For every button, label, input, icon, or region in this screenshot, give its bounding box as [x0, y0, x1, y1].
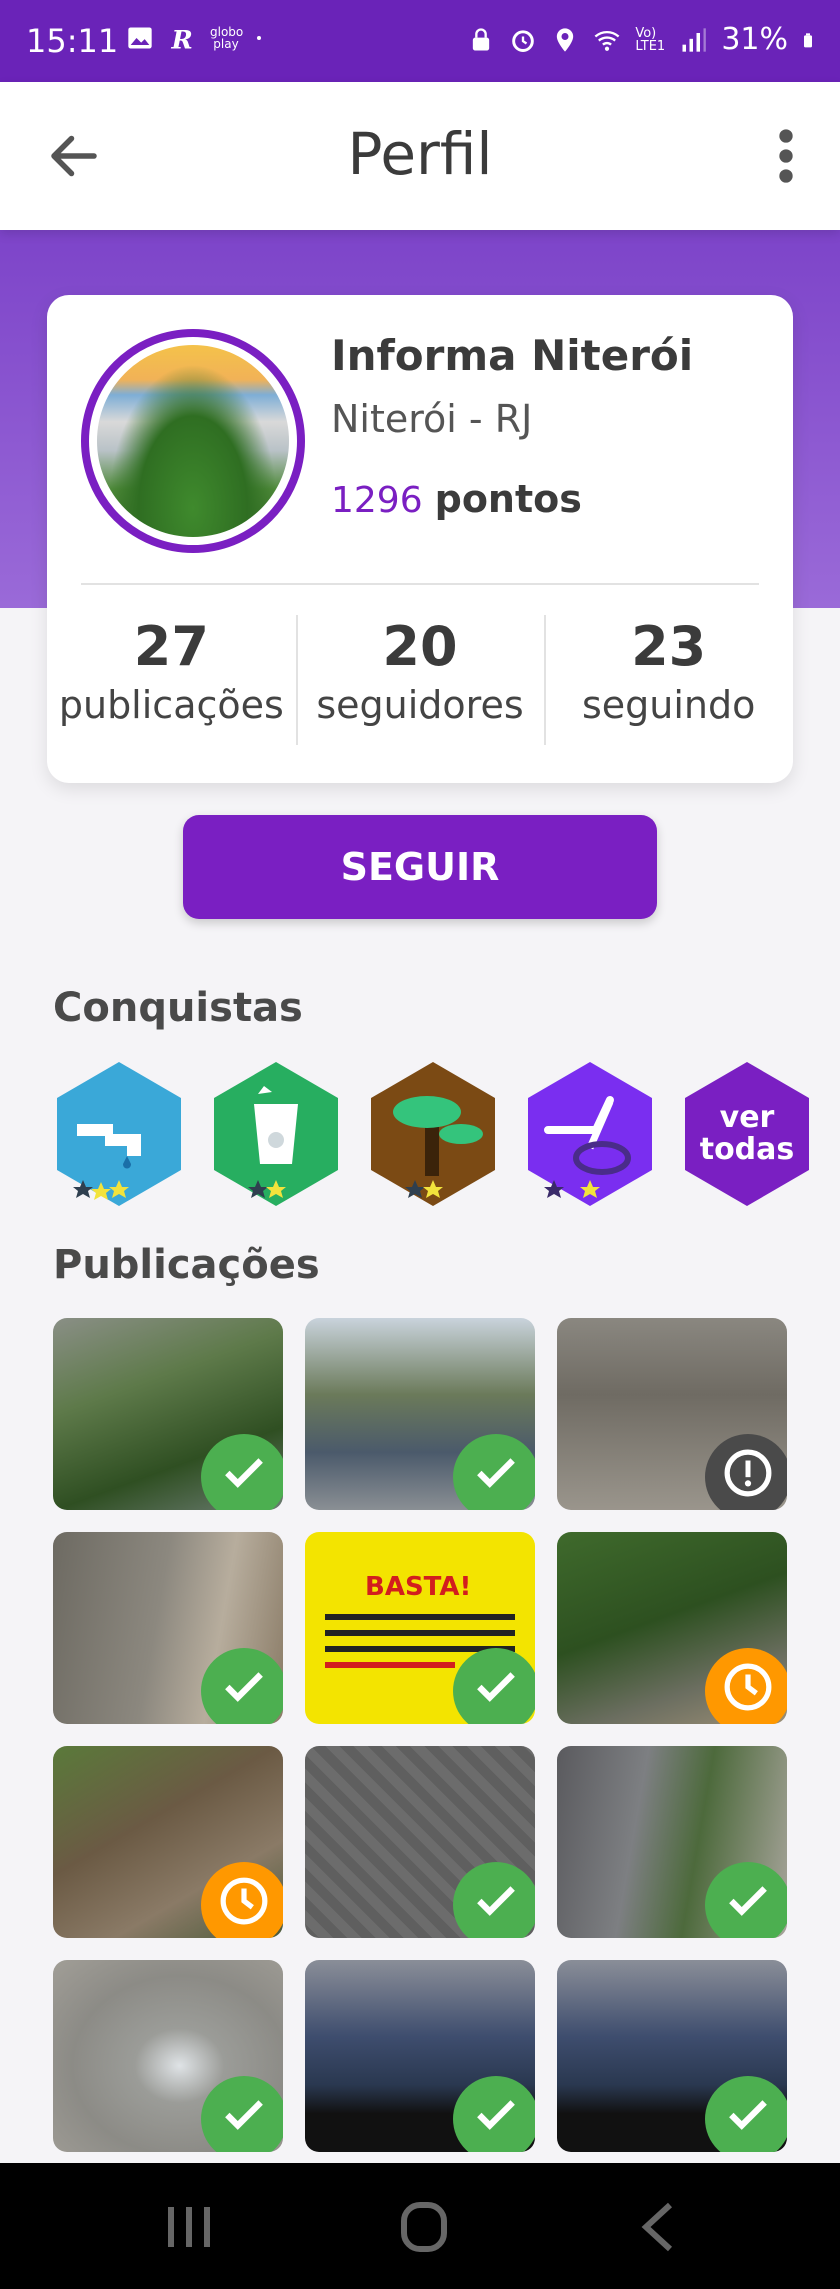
status-ok-icon — [705, 2076, 787, 2152]
avatar[interactable] — [81, 329, 305, 553]
stat-followers[interactable]: 20 seguidores — [295, 615, 545, 745]
points-value: 1296 — [331, 480, 423, 521]
trash-badge-icon[interactable] — [210, 1060, 342, 1208]
publication-thumbnail[interactable] — [53, 1960, 283, 2152]
stat-value: 20 — [382, 615, 458, 678]
status-bar: 15:11 R globo play Vo) LTE1 31% — [0, 0, 840, 82]
publication-thumbnail[interactable] — [53, 1318, 283, 1510]
stat-following[interactable]: 23 seguindo — [544, 615, 793, 745]
publication-thumbnail[interactable] — [557, 1746, 787, 1938]
publication-thumbnail[interactable] — [53, 1746, 283, 1938]
publication-thumbnail[interactable]: BASTA! — [305, 1532, 535, 1724]
status-alert-icon — [705, 1434, 787, 1510]
globoplay-icon: globo play — [210, 25, 244, 51]
publication-thumbnail[interactable] — [557, 1318, 787, 1510]
status-ok-icon — [453, 2076, 535, 2152]
profile-card: Informa Niterói Niterói - RJ 1296 pontos … — [47, 295, 793, 783]
status-pending-icon — [705, 1648, 787, 1724]
lock-icon — [473, 27, 490, 50]
stat-publications[interactable]: 27 publicações — [47, 615, 296, 745]
status-ok-icon — [201, 1648, 283, 1724]
publication-thumbnail[interactable] — [305, 1960, 535, 2152]
home-icon[interactable] — [394, 2199, 454, 2255]
status-ok-icon — [453, 1862, 535, 1938]
see-all-badges-button[interactable]: ver todas — [681, 1060, 813, 1208]
poster-headline: BASTA! — [365, 1572, 472, 1602]
wifi-icon — [594, 30, 620, 51]
plumbing-badge-icon[interactable] — [53, 1060, 185, 1208]
page-title: Perfil — [347, 120, 493, 188]
dot-icon — [257, 36, 261, 40]
location-icon — [557, 27, 574, 52]
avatar-image — [97, 345, 289, 537]
status-left-icons: R globo play — [126, 24, 268, 52]
status-pending-icon — [201, 1862, 283, 1938]
publication-thumbnail[interactable] — [557, 1960, 787, 2152]
achievements-title: Conquistas — [53, 985, 303, 1031]
status-ok-icon — [201, 1434, 283, 1510]
svg-text:R: R — [171, 26, 193, 53]
publication-thumbnail[interactable] — [305, 1746, 535, 1938]
publication-thumbnail[interactable] — [557, 1532, 787, 1724]
profile-stats: 27 publicações 20 seguidores 23 seguindo — [47, 615, 793, 745]
tree-badge-icon[interactable] — [367, 1060, 499, 1208]
stat-label: seguidores — [316, 683, 524, 727]
stat-value: 23 — [631, 615, 707, 678]
divider — [81, 583, 759, 585]
recent-apps-icon[interactable] — [160, 2199, 220, 2255]
battery-icon — [804, 32, 812, 47]
app-bar: Perfil — [0, 82, 840, 230]
alarm-icon — [512, 29, 535, 52]
stat-label: publicações — [58, 683, 284, 727]
volte-icon: Vo) LTE1 — [635, 25, 666, 54]
battery-percent: 31% — [721, 22, 788, 57]
publication-thumbnail[interactable] — [53, 1532, 283, 1724]
see-all-label: ver todas — [699, 1100, 795, 1167]
follow-button[interactable]: SEGUIR — [183, 815, 657, 919]
points-label: pontos — [434, 477, 582, 521]
status-ok-icon — [453, 1434, 535, 1510]
status-ok-icon — [201, 2076, 283, 2152]
status-ok-icon — [453, 1648, 535, 1724]
profile-city: Niterói - RJ — [331, 397, 533, 441]
system-navigation-bar — [0, 2163, 840, 2289]
profile-name: Informa Niterói — [331, 331, 694, 380]
image-icon — [128, 27, 152, 49]
back-nav-icon[interactable] — [630, 2199, 690, 2255]
signal-icon — [682, 27, 707, 52]
stat-label: seguindo — [581, 683, 756, 727]
stat-value: 27 — [133, 615, 209, 678]
status-right-icons: Vo) LTE1 31% — [467, 22, 818, 57]
more-vertical-icon[interactable] — [766, 126, 806, 186]
publication-thumbnail[interactable] — [305, 1318, 535, 1510]
r-app-icon: R — [171, 26, 193, 53]
profile-points: 1296 pontos — [331, 477, 582, 521]
achievements-list: ver todas — [53, 1060, 813, 1210]
status-time: 15:11 — [26, 22, 119, 60]
bike-badge-icon[interactable] — [524, 1060, 656, 1208]
status-ok-icon — [705, 1862, 787, 1938]
publications-title: Publicações — [53, 1242, 320, 1288]
